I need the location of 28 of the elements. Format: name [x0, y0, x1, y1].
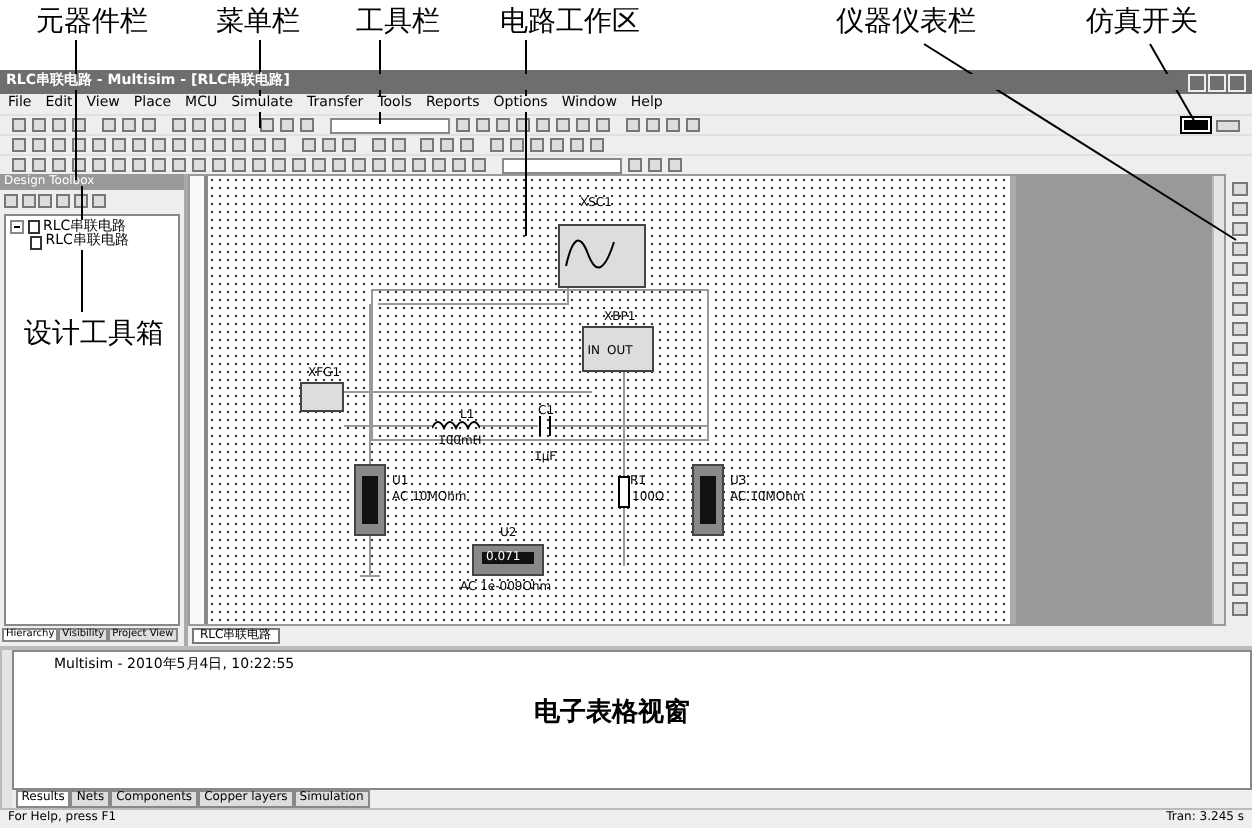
annotation-label: 电路工作区 — [500, 8, 640, 36]
close-button[interactable] — [1228, 73, 1246, 91]
annotation-label: 仪器仪表栏 — [836, 8, 976, 36]
voltmeter-drawing — [354, 464, 386, 536]
voltmeter-drawing — [692, 464, 724, 536]
dropdown-field[interactable] — [330, 117, 450, 133]
scrollbar[interactable] — [1212, 176, 1224, 624]
capacitor-symbol — [538, 416, 552, 436]
panel-grip[interactable] — [0, 650, 12, 808]
annotation-label: 电子表格视窗 — [534, 700, 690, 729]
annotation-label: 设计工具箱 — [24, 320, 164, 348]
annotation-label: 元器件栏 — [36, 8, 148, 36]
dropdown-field[interactable] — [501, 157, 622, 173]
resistor-symbol — [618, 476, 630, 508]
annotation-label: 仿真开关 — [1086, 8, 1198, 36]
pause-switch-icon[interactable] — [1216, 119, 1240, 131]
annotation-label: 工具栏 — [356, 8, 440, 36]
leader-line — [379, 39, 381, 125]
oscilloscope-drawing — [558, 224, 646, 288]
leader-line — [75, 39, 77, 181]
minimize-button[interactable] — [1188, 73, 1206, 91]
inductor-symbol — [432, 420, 480, 432]
maximize-button[interactable] — [1208, 73, 1226, 91]
simulation-switch-icon[interactable] — [1182, 118, 1210, 132]
function-generator-drawing — [300, 382, 344, 412]
annotation-label: 菜单栏 — [216, 8, 300, 36]
circuit-wire — [359, 531, 381, 577]
tree-toggle-icon[interactable] — [10, 219, 24, 234]
